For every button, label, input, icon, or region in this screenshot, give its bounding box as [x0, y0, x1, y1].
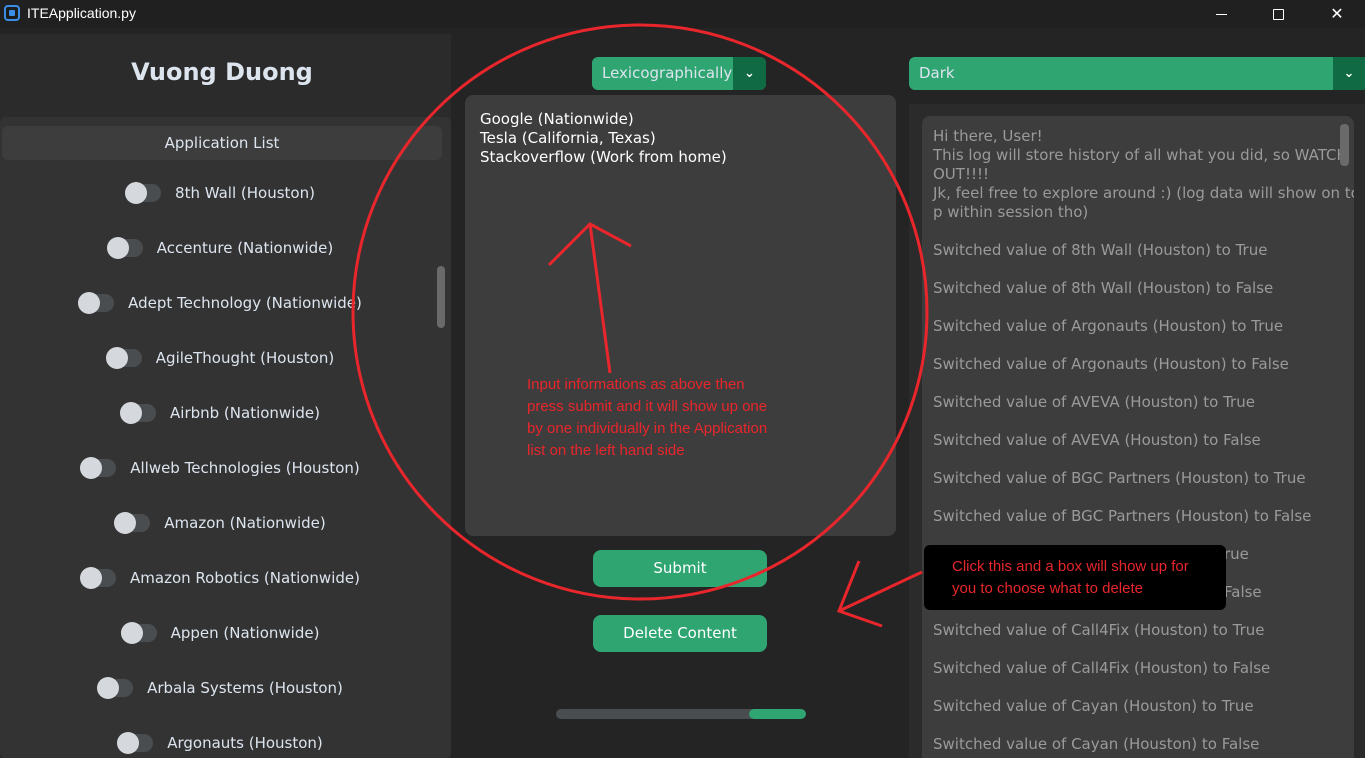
sidebar: Vuong Duong Application List 8th Wall (H…	[0, 34, 451, 758]
toggle-switch[interactable]	[120, 622, 157, 644]
toggle-knob	[78, 292, 101, 314]
log-line: Switched value of BGC Partners (Houston)…	[933, 507, 1312, 525]
list-item-label: Amazon Robotics (Nationwide)	[130, 569, 360, 587]
toggle-switch[interactable]	[114, 512, 151, 534]
toggle-knob	[120, 402, 143, 424]
log-line: Switched value of AVEVA (Houston) to Tru…	[933, 393, 1255, 411]
log-line: Switched value of 8th Wall (Houston) to …	[933, 241, 1268, 259]
submit-button[interactable]: Submit	[593, 550, 767, 587]
list-item[interactable]: Argonauts (Houston)	[0, 728, 440, 758]
list-item-label: Adept Technology (Nationwide)	[128, 294, 362, 312]
list-item-label: Arbala Systems (Houston)	[147, 679, 343, 697]
toggle-switch[interactable]	[106, 237, 143, 259]
sort-dropdown[interactable]: Lexicographically ⌄	[592, 57, 766, 90]
annotation-arrowhead-left	[837, 560, 883, 628]
log-line: Jk, feel free to explore around :) (log …	[933, 184, 1354, 202]
list-item-label: Amazon (Nationwide)	[164, 514, 326, 532]
theme-dropdown-value: Dark	[919, 64, 955, 82]
log-line: Switched value of Argonauts (Houston) to…	[933, 317, 1284, 335]
annotation-note-input: Input informations as above then press s…	[527, 376, 768, 459]
toggle-switch[interactable]	[80, 457, 117, 479]
log-line: Switched value of Call4Fix (Houston) to …	[933, 659, 1271, 677]
application-list-header: Application List	[2, 126, 442, 160]
app-icon	[4, 5, 20, 21]
toggle-switch[interactable]	[117, 732, 154, 754]
toggle-knob	[125, 182, 148, 204]
log-line: Switched value of Cayan (Houston) to Tru…	[933, 697, 1254, 715]
list-item[interactable]: Adept Technology (Nationwide)	[0, 288, 440, 318]
list-item-label: Accenture (Nationwide)	[156, 239, 334, 257]
log-line: Switched value of AVEVA (Houston) to Fal…	[933, 431, 1261, 449]
toggle-knob	[80, 567, 103, 589]
list-item-label: 8th Wall (Houston)	[175, 184, 315, 202]
list-item-label: Allweb Technologies (Houston)	[130, 459, 360, 477]
annotation-note-delete: Click this and a box will show up for yo…	[952, 558, 1189, 597]
toggle-knob	[80, 457, 103, 479]
list-item[interactable]: 8th Wall (Houston)	[0, 178, 440, 208]
toggle-switch[interactable]	[125, 182, 162, 204]
log-line: Switched value of Call4Fix (Houston) to …	[933, 621, 1265, 639]
application-list-scrollbar[interactable]	[437, 266, 445, 328]
log-line: Switched value of Cayan (Houston) to Fal…	[933, 735, 1260, 753]
list-item-label: Airbnb (Nationwide)	[170, 404, 320, 422]
log-line: p within session tho)	[933, 203, 1089, 221]
toggle-switch[interactable]	[80, 567, 117, 589]
toggle-knob	[106, 237, 129, 259]
profile-name: Vuong Duong	[131, 58, 313, 86]
toggle-knob	[117, 732, 140, 754]
toggle-knob	[97, 677, 120, 699]
list-item-label: Argonauts (Houston)	[167, 734, 323, 752]
toggle-switch[interactable]	[105, 347, 142, 369]
log-line: Hi there, User!	[933, 127, 1043, 145]
list-item[interactable]: Amazon (Nationwide)	[0, 508, 440, 538]
progress-bar-fill	[748, 709, 806, 719]
log-line: Switched value of BGC Partners (Houston)…	[933, 469, 1306, 487]
list-item[interactable]: Accenture (Nationwide)	[0, 233, 440, 263]
title-bar: ITEApplication.py ✕	[0, 0, 1365, 28]
maximize-button[interactable]	[1255, 0, 1301, 28]
toggle-knob	[114, 512, 137, 534]
toggle-knob	[105, 347, 128, 369]
list-item-label: Appen (Nationwide)	[170, 624, 320, 642]
minimize-button[interactable]	[1198, 0, 1244, 28]
list-item[interactable]: Airbnb (Nationwide)	[0, 398, 440, 428]
textbox-line: Tesla (California, Texas)	[480, 129, 656, 147]
toggle-switch[interactable]	[120, 402, 157, 424]
toggle-switch[interactable]	[97, 677, 134, 699]
theme-dropdown[interactable]: Dark ⌄	[909, 57, 1365, 90]
log-line-partial: rue	[1224, 545, 1249, 563]
list-item[interactable]: Amazon Robotics (Nationwide)	[0, 563, 440, 593]
application-list: Application List 8th Wall (Houston) Accen…	[0, 117, 451, 758]
close-button[interactable]: ✕	[1314, 0, 1360, 28]
log-line: OUT!!!!	[933, 165, 990, 183]
close-icon: ✕	[1330, 4, 1344, 23]
list-item[interactable]: Allweb Technologies (Houston)	[0, 453, 440, 483]
chevron-down-icon[interactable]: ⌄	[1333, 57, 1365, 90]
list-item-label: AgileThought (Houston)	[155, 349, 335, 367]
list-item[interactable]: Arbala Systems (Houston)	[0, 673, 440, 703]
chevron-down-icon[interactable]: ⌄	[733, 57, 766, 90]
window-title: ITEApplication.py	[27, 5, 136, 21]
toggle-switch[interactable]	[78, 292, 115, 314]
log-scrollbar[interactable]	[1340, 124, 1349, 166]
log-line: Switched value of Argonauts (Houston) to…	[933, 355, 1289, 373]
progress-bar	[556, 709, 806, 719]
log-textbox[interactable]: Hi there, User! This log will store histo…	[922, 116, 1354, 758]
log-line: Switched value of 8th Wall (Houston) to …	[933, 279, 1274, 297]
log-line-partial: False	[1224, 583, 1262, 601]
sort-dropdown-value: Lexicographically	[602, 64, 733, 82]
application-input-textbox[interactable]: Google (Nationwide) Tesla (California, T…	[465, 95, 896, 536]
minimize-icon	[1215, 14, 1227, 15]
log-line: This log will store history of all what …	[933, 146, 1348, 164]
maximize-icon	[1272, 9, 1284, 20]
textbox-line: Google (Nationwide)	[480, 110, 634, 128]
delete-content-button[interactable]: Delete Content	[593, 615, 767, 652]
list-item[interactable]: Appen (Nationwide)	[0, 618, 440, 648]
list-item[interactable]: AgileThought (Houston)	[0, 343, 440, 373]
toggle-knob	[120, 622, 143, 644]
textbox-line: Stackoverflow (Work from home)	[480, 148, 727, 166]
